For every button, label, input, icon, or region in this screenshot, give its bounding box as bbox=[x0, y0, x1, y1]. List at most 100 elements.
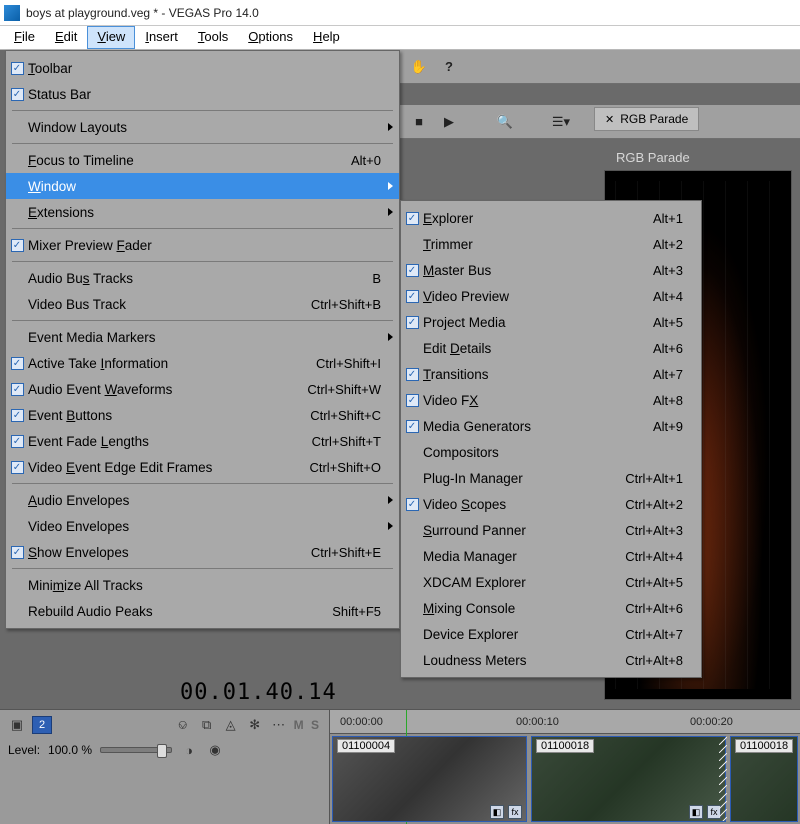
menubar-item-edit[interactable]: Edit bbox=[45, 26, 87, 49]
menubar-item-help[interactable]: Help bbox=[303, 26, 350, 49]
track-number[interactable]: 2 bbox=[32, 716, 52, 734]
menubar-item-tools[interactable]: Tools bbox=[188, 26, 238, 49]
view-menu-item-video-event-edge-edit-frames[interactable]: Video Event Edge Edit FramesCtrl+Shift+O bbox=[6, 454, 399, 480]
window-menu-item-surround-panner[interactable]: Surround PannerCtrl+Alt+3 bbox=[401, 517, 701, 543]
menubar-item-options[interactable]: Options bbox=[238, 26, 303, 49]
window-menu-item-video-fx[interactable]: Video FXAlt+8 bbox=[401, 387, 701, 413]
window-menu-item-project-media[interactable]: Project MediaAlt+5 bbox=[401, 309, 701, 335]
video-clip[interactable]: 01100018 bbox=[730, 736, 798, 822]
window-menu-item-loudness-meters[interactable]: Loudness MetersCtrl+Alt+8 bbox=[401, 647, 701, 673]
list-icon[interactable]: ☰▾ bbox=[552, 113, 570, 131]
menu-item-label: Active Take Information bbox=[28, 356, 316, 371]
view-menu-item-video-envelopes[interactable]: Video Envelopes bbox=[6, 513, 399, 539]
mute-solo[interactable]: M S bbox=[294, 718, 321, 732]
play-icon[interactable]: ▶ bbox=[440, 113, 458, 131]
timeline-tracks[interactable]: 00:00:00 00:00:10 00:00:20 01100004 ◧fx … bbox=[330, 710, 800, 824]
window-menu-item-media-manager[interactable]: Media ManagerCtrl+Alt+4 bbox=[401, 543, 701, 569]
window-menu-item-master-bus[interactable]: Master BusAlt+3 bbox=[401, 257, 701, 283]
check-icon bbox=[401, 264, 423, 277]
menu-item-label: Video FX bbox=[423, 393, 653, 408]
view-menu-item-event-media-markers[interactable]: Event Media Markers bbox=[6, 324, 399, 350]
clip-label: 01100018 bbox=[735, 739, 793, 753]
check-icon bbox=[6, 357, 28, 370]
video-clip[interactable]: 01100004 ◧ fx bbox=[332, 736, 527, 822]
dock-tabs: ✕ RGB Parade bbox=[594, 105, 792, 133]
menu-item-label: Video Event Edge Edit Frames bbox=[28, 460, 309, 475]
menu-separator bbox=[12, 228, 393, 229]
window-menu-item-explorer[interactable]: ExplorerAlt+1 bbox=[401, 205, 701, 231]
fx-icon[interactable]: fx bbox=[508, 805, 522, 819]
view-menu-item-audio-bus-tracks[interactable]: Audio Bus TracksB bbox=[6, 265, 399, 291]
parent-icon[interactable]: ◉ bbox=[206, 742, 224, 758]
window-menu-item-media-generators[interactable]: Media GeneratorsAlt+9 bbox=[401, 413, 701, 439]
zoom-icon[interactable]: 🔍 bbox=[496, 113, 514, 131]
tab-label: RGB Parade bbox=[620, 112, 688, 126]
video-clip[interactable]: 01100018 ◧fx bbox=[531, 736, 726, 822]
window-menu-item-transitions[interactable]: TransitionsAlt+7 bbox=[401, 361, 701, 387]
window-menu-item-device-explorer[interactable]: Device ExplorerCtrl+Alt+7 bbox=[401, 621, 701, 647]
window-menu-item-video-scopes[interactable]: Video ScopesCtrl+Alt+2 bbox=[401, 491, 701, 517]
pan-crop-icon[interactable]: ◧ bbox=[689, 805, 703, 819]
menubar-item-view[interactable]: View bbox=[87, 26, 135, 49]
view-menu-item-audio-event-waveforms[interactable]: Audio Event WaveformsCtrl+Shift+W bbox=[6, 376, 399, 402]
automation-icon[interactable]: ◬ bbox=[222, 717, 240, 733]
ruler-tick: 00:00:00 bbox=[340, 716, 383, 728]
compositing-mode-icon[interactable]: ◑ bbox=[180, 742, 198, 758]
time-ruler[interactable]: 00:00:00 00:00:10 00:00:20 bbox=[330, 710, 800, 734]
stop-icon[interactable]: ■ bbox=[410, 113, 428, 131]
menubar-item-insert[interactable]: Insert bbox=[135, 26, 188, 49]
menubar-item-file[interactable]: File bbox=[4, 26, 45, 49]
menu-item-shortcut: Alt+3 bbox=[653, 263, 701, 278]
menu-item-label: Event Buttons bbox=[28, 408, 310, 423]
level-slider[interactable] bbox=[100, 747, 172, 753]
window-menu-item-mixing-console[interactable]: Mixing ConsoleCtrl+Alt+6 bbox=[401, 595, 701, 621]
bypass-fx-icon[interactable]: ⎉ bbox=[174, 717, 192, 733]
check-icon bbox=[6, 88, 28, 101]
track-header: ▣ 2 ⎉ ⧉ ◬ ✻ ⋯ M S Level: 100.0 % ◑ ◉ bbox=[0, 710, 330, 824]
check-icon bbox=[401, 446, 423, 459]
menu-separator bbox=[12, 483, 393, 484]
slider-thumb[interactable] bbox=[157, 744, 167, 758]
view-menu-item-extensions[interactable]: Extensions bbox=[6, 199, 399, 225]
track-fx-icon[interactable]: ⧉ bbox=[198, 717, 216, 733]
view-menu-item-active-take-information[interactable]: Active Take InformationCtrl+Shift+I bbox=[6, 350, 399, 376]
chevron-right-icon bbox=[388, 123, 393, 131]
window-menu-item-trimmer[interactable]: TrimmerAlt+2 bbox=[401, 231, 701, 257]
title-bar: boys at playground.veg * - VEGAS Pro 14.… bbox=[0, 0, 800, 26]
window-menu-item-edit-details[interactable]: Edit DetailsAlt+6 bbox=[401, 335, 701, 361]
tab-rgb-parade[interactable]: ✕ RGB Parade bbox=[594, 107, 699, 131]
gear-icon[interactable]: ✻ bbox=[246, 717, 264, 733]
window-menu-item-video-preview[interactable]: Video PreviewAlt+4 bbox=[401, 283, 701, 309]
view-menu-item-mixer-preview-fader[interactable]: Mixer Preview Fader bbox=[6, 232, 399, 258]
menu-item-label: Trimmer bbox=[423, 237, 653, 252]
view-menu-item-window-layouts[interactable]: Window Layouts bbox=[6, 114, 399, 140]
pan-crop-icon[interactable]: ◧ bbox=[490, 805, 504, 819]
view-menu-item-minimize-all-tracks[interactable]: Minimize All Tracks bbox=[6, 572, 399, 598]
menu-separator bbox=[12, 320, 393, 321]
menu-item-label: Mixer Preview Fader bbox=[28, 238, 399, 253]
view-menu-item-window[interactable]: Window bbox=[6, 173, 399, 199]
view-menu-item-toolbar[interactable]: Toolbar bbox=[6, 55, 399, 81]
view-menu-item-status-bar[interactable]: Status Bar bbox=[6, 81, 399, 107]
clip-label: 01100004 bbox=[337, 739, 395, 753]
view-menu-item-focus-to-timeline[interactable]: Focus to TimelineAlt+0 bbox=[6, 147, 399, 173]
view-menu-item-event-buttons[interactable]: Event ButtonsCtrl+Shift+C bbox=[6, 402, 399, 428]
menu-item-label: Window Layouts bbox=[28, 120, 399, 135]
more-icon[interactable]: ⋯ bbox=[270, 717, 288, 733]
view-menu-item-event-fade-lengths[interactable]: Event Fade LengthsCtrl+Shift+T bbox=[6, 428, 399, 454]
close-icon[interactable]: ✕ bbox=[605, 113, 614, 126]
window-menu-item-plug-in-manager[interactable]: Plug-In ManagerCtrl+Alt+1 bbox=[401, 465, 701, 491]
menu-item-label: Edit Details bbox=[423, 341, 653, 356]
view-menu-item-audio-envelopes[interactable]: Audio Envelopes bbox=[6, 487, 399, 513]
camera-icon[interactable]: ▣ bbox=[8, 717, 26, 733]
view-menu-item-video-bus-track[interactable]: Video Bus TrackCtrl+Shift+B bbox=[6, 291, 399, 317]
menu-item-shortcut: Ctrl+Shift+W bbox=[307, 382, 399, 397]
view-menu-item-show-envelopes[interactable]: Show EnvelopesCtrl+Shift+E bbox=[6, 539, 399, 565]
view-menu-item-rebuild-audio-peaks[interactable]: Rebuild Audio PeaksShift+F5 bbox=[6, 598, 399, 624]
hand-icon[interactable]: ✋ bbox=[410, 58, 428, 76]
check-icon bbox=[401, 654, 423, 667]
window-menu-item-xdcam-explorer[interactable]: XDCAM ExplorerCtrl+Alt+5 bbox=[401, 569, 701, 595]
window-menu-item-compositors[interactable]: Compositors bbox=[401, 439, 701, 465]
help-icon[interactable]: ? bbox=[440, 58, 458, 76]
check-icon bbox=[6, 461, 28, 474]
